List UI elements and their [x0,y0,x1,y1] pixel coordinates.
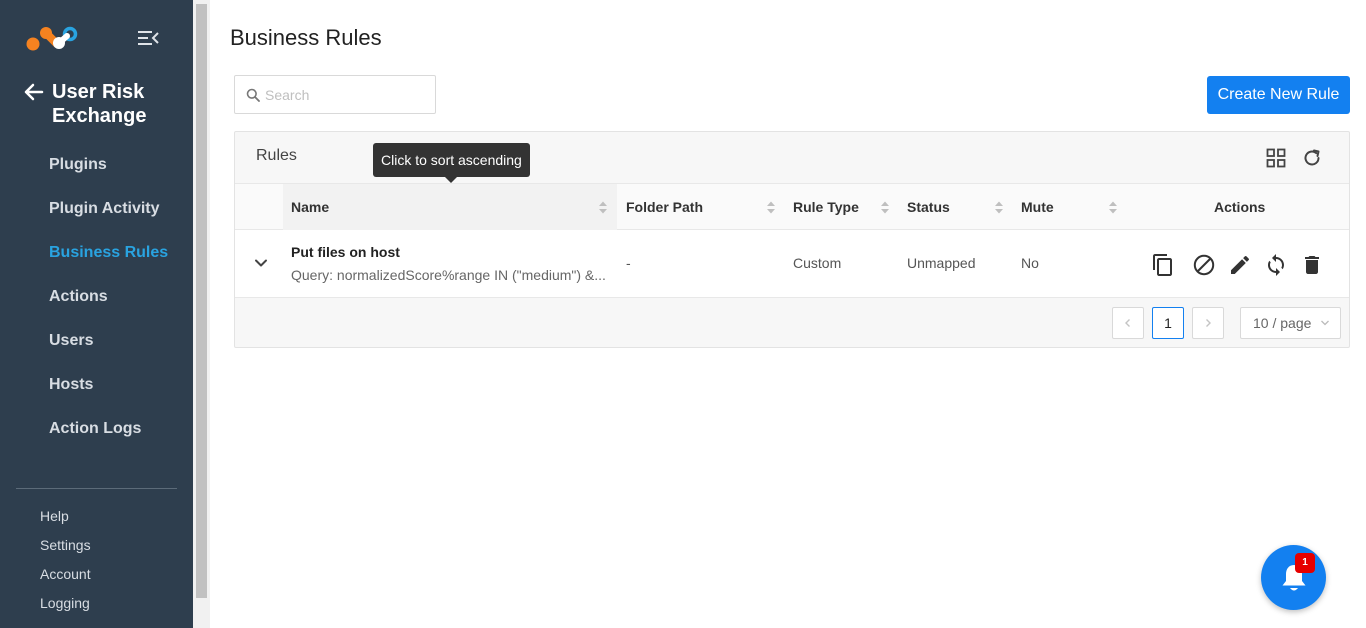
grid-view-icon[interactable] [1266,148,1286,168]
edit-icon[interactable] [1228,253,1252,277]
pagination-prev-button[interactable] [1112,307,1144,339]
sort-icon[interactable] [766,200,776,215]
column-header-mute[interactable]: Mute [1021,184,1121,230]
back-to-plugin-link[interactable]: User Risk Exchange [22,80,162,128]
column-label: Status [907,199,950,215]
column-header-actions: Actions [1214,184,1294,230]
help-link[interactable]: Help [40,503,91,532]
sidebar-item-users[interactable]: Users [0,319,193,363]
table-header: Name Folder Path Rule Type Status Mute A… [235,183,1349,230]
column-header-folder-path[interactable]: Folder Path [626,184,781,230]
sidebar-item-action-logs[interactable]: Action Logs [0,407,193,451]
refresh-icon[interactable] [1301,147,1323,169]
column-label: Rule Type [793,199,859,215]
sidebar-bottom-links: Help Settings Account Logging [40,503,91,619]
chevron-left-icon [1125,319,1130,327]
sort-tooltip: Click to sort ascending [373,143,530,177]
app-logo[interactable] [26,24,78,52]
sidebar-item-plugin-activity[interactable]: Plugin Activity [0,187,193,231]
status-cell: Unmapped [907,255,976,271]
section-title: User Risk Exchange [52,81,147,127]
sidebar: User Risk Exchange Plugins Plugin Activi… [0,0,193,628]
rule-name[interactable]: Put files on host [291,244,400,260]
sort-icon[interactable] [1108,200,1118,215]
table-row: Put files on host Query: normalizedScore… [235,230,1349,298]
sidebar-item-actions[interactable]: Actions [0,275,193,319]
rules-card-title: Rules [256,147,297,164]
sidebar-item-plugins[interactable]: Plugins [0,143,193,187]
sidebar-item-business-rules[interactable]: Business Rules [0,231,193,275]
create-new-rule-button[interactable]: Create New Rule [1207,76,1350,114]
arrow-left-icon [24,83,44,101]
chevron-right-icon [1206,319,1211,327]
disable-icon[interactable] [1192,253,1216,277]
tooltip-arrow [445,177,457,183]
sort-icon[interactable] [994,200,1004,215]
sidebar-item-hosts[interactable]: Hosts [0,363,193,407]
sidebar-nav: Plugins Plugin Activity Business Rules A… [0,143,193,451]
pagination-page-1[interactable]: 1 [1152,307,1184,339]
settings-link[interactable]: Settings [40,532,91,561]
rule-query: Query: normalizedScore%range IN ("medium… [291,267,606,283]
sort-icon[interactable] [880,200,890,215]
sync-icon[interactable] [1264,253,1288,277]
sidebar-scrollbar-thumb[interactable] [196,4,207,598]
notifications-button[interactable]: 1 [1261,545,1326,610]
rule-type-cell: Custom [793,255,842,271]
folder-path-cell: - [626,255,631,271]
column-label: Name [291,199,330,215]
account-link[interactable]: Account [40,561,91,590]
search-icon [246,88,260,102]
page-title: Business Rules [230,25,382,50]
column-header-name[interactable]: Name [283,184,617,230]
mute-cell: No [1021,255,1039,271]
sidebar-divider [16,488,177,489]
chevron-down-icon[interactable] [253,255,269,271]
page-size-value: 10 / page [1253,315,1312,331]
pagination-next-button[interactable] [1192,307,1224,339]
sort-icon[interactable] [598,200,608,215]
search-input[interactable] [265,86,435,103]
column-header-rule-type[interactable]: Rule Type [793,184,893,230]
delete-icon[interactable] [1300,253,1324,277]
column-header-status[interactable]: Status [907,184,1007,230]
column-label: Folder Path [626,199,704,215]
column-label: Actions [1214,199,1266,215]
copy-icon[interactable] [1151,253,1175,277]
notification-badge: 1 [1295,553,1315,573]
column-label: Mute [1021,199,1054,215]
logging-link[interactable]: Logging [40,590,91,619]
collapse-menu-icon[interactable] [137,29,159,47]
search-box[interactable] [234,75,436,114]
chevron-down-icon [1321,320,1329,326]
page-size-select[interactable]: 10 / page [1240,307,1341,339]
